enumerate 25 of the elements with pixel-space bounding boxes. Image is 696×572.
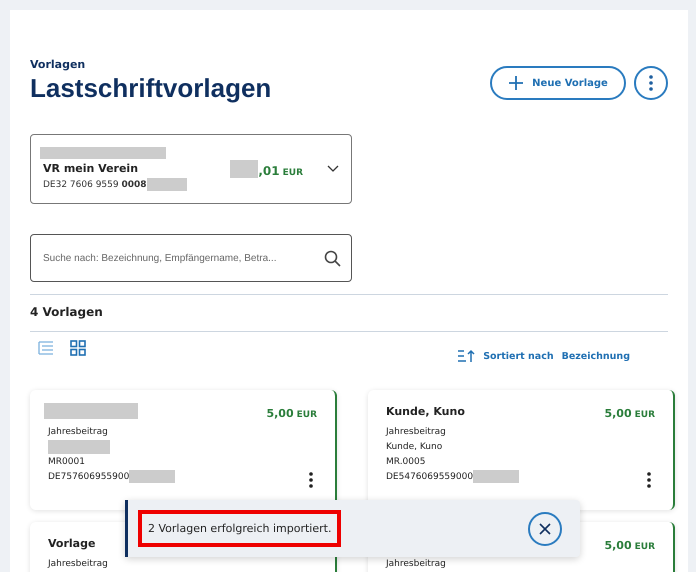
currency-label: EUR — [296, 410, 317, 420]
card-text: Jahresbeitrag — [48, 558, 108, 568]
currency-label: EUR — [634, 542, 655, 552]
card-text: Jahresbeitrag — [48, 426, 108, 436]
card-text: Jahresbeitrag — [386, 558, 446, 568]
card-text: Kunde, Kuno — [386, 442, 442, 452]
currency-label: EUR — [634, 410, 655, 420]
template-count: 4 Vorlagen — [30, 304, 104, 321]
account-name: VR mein Verein — [43, 162, 140, 175]
card-text: MR.0005 — [386, 456, 426, 466]
page-title: Lastschriftvorlagen — [30, 73, 272, 104]
card-text: Jahresbeitrag — [386, 426, 446, 436]
card-title: Kunde, Kuno — [386, 404, 465, 418]
card-text: MR0001 — [48, 456, 85, 466]
account-iban: DE32 7606 9559 0008 — [43, 180, 147, 190]
card-amount: 5,00 — [604, 406, 632, 420]
account-balance: ,01 — [258, 164, 280, 178]
card-amount: 5,00 — [266, 406, 294, 420]
breadcrumb: Vorlagen — [30, 58, 86, 71]
card-iban: DE5476069559000 — [386, 472, 474, 482]
card-title: Vorlage — [48, 536, 96, 550]
currency-label: EUR — [282, 168, 303, 178]
toast-message: 2 Vorlagen erfolgreich importiert. — [138, 510, 342, 547]
card-iban: DE757606955900 — [48, 472, 130, 482]
card-amount: 5,00 — [604, 538, 632, 552]
